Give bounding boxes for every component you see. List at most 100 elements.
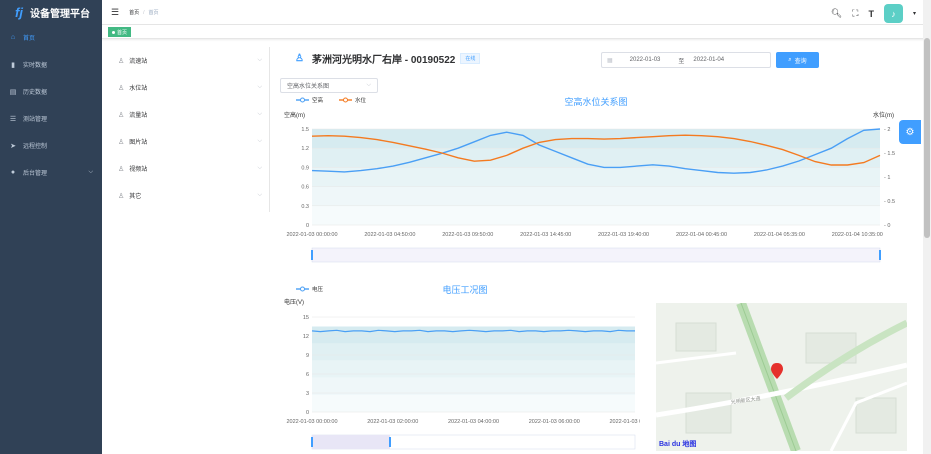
sidebar-item-1[interactable]: ▮ 实时数据 <box>0 51 102 78</box>
breadcrumb-home[interactable]: 首页 <box>129 10 139 16</box>
x-tick-label: 2022-01-03 04:00:00 <box>448 419 499 425</box>
y-tick-label-right: - 1 <box>884 175 890 181</box>
chevron-down-icon: ⌵ <box>257 111 262 117</box>
query-button[interactable]: ⌕ 查询 <box>776 52 819 68</box>
clipboard-icon: ▤ <box>9 88 17 96</box>
gear-icon: ⚙ <box>905 126 915 138</box>
station-title: 茅洲河光明水厂右岸 - 00190522 <box>311 55 456 66</box>
y-tick-label: 12 <box>303 334 309 340</box>
legend-marker <box>300 97 305 103</box>
person-icon: ♙ <box>118 111 125 119</box>
station-type-item[interactable]: ♙ 水位站 ⌵ <box>108 74 270 101</box>
station-type-label: 流速站 <box>129 59 148 65</box>
chevron-down-icon: ⌵ <box>257 165 262 171</box>
sidebar-item-3[interactable]: ☰ 测站管理 <box>0 105 102 132</box>
chevron-down-icon: ⌵ <box>88 169 93 175</box>
end-date-input[interactable]: 2022-01-04 <box>693 57 724 63</box>
station-header: ♙ 茅洲河光明水厂右岸 - 00190522 在线 <box>295 51 481 66</box>
sidebar: fj 设备管理平台 ⌂ 首页 ▮ 实时数据 ▤ 历史数据 ☰ 测站管理 ➤ 远程控制 ● 后台管理 ⌵ <box>0 0 102 454</box>
tag-home[interactable]: 首页 <box>108 27 132 37</box>
y-tick-label: 1.5 <box>301 127 309 133</box>
x-tick-label: 2022-01-03 04:50:00 <box>364 232 415 238</box>
chart-band <box>312 377 635 395</box>
page-scrollbar[interactable] <box>923 0 931 454</box>
chart-band <box>312 394 635 412</box>
station-type-item[interactable]: ♙ 流速站 ⌵ <box>108 47 270 74</box>
water-level-chart[interactable]: 空高水位关系图 空高 水位空高(m) 水位(m) 0 0.3 0.6 0.9 1.2 1.5 - 0… <box>280 92 896 270</box>
user-icon: ● <box>10 169 16 176</box>
hamburger-icon[interactable]: ☰ <box>111 7 119 18</box>
avatar[interactable]: ♪ <box>883 4 903 23</box>
person-icon: ♙ <box>118 192 125 200</box>
tag-dot-icon <box>112 30 115 34</box>
font-size-icon[interactable]: T <box>868 9 874 19</box>
date-range-picker[interactable]: ▦ 2022-01-03 至 2022-01-04 <box>601 52 771 68</box>
x-tick-label: 2022-01-04 00:45:00 <box>676 232 727 238</box>
x-tick-label: 2022-01-03 00:00:00 <box>286 232 337 238</box>
x-tick-label: 2022-01-03 19:40:00 <box>598 232 649 238</box>
station-type-item[interactable]: ♙ 其它 ⌵ <box>108 182 270 209</box>
y-axis-label-right: 水位(m) <box>873 111 894 119</box>
status-badge: 在线 <box>460 53 481 64</box>
sidebar-item-label: 测站管理 <box>23 117 48 123</box>
fullscreen-icon[interactable]: ⛶ <box>852 8 858 19</box>
chevron-down-icon: ⌵ <box>257 192 262 198</box>
station-type-item[interactable]: ♙ 图片站 ⌵ <box>108 128 270 155</box>
sliders-icon: ☰ <box>9 115 17 123</box>
person-icon: ♙ <box>118 57 125 65</box>
station-type-label: 流量站 <box>129 113 148 119</box>
start-date-input[interactable]: 2022-01-03 <box>630 57 661 63</box>
chart-type-select[interactable]: 空高水位关系图 ⌵ <box>280 78 378 93</box>
date-range-separator: 至 <box>678 58 685 65</box>
data-zoom-handle-right <box>879 250 881 260</box>
x-tick-label: 2022-01-04 05:35:00 <box>754 232 805 238</box>
settings-fab[interactable]: ⚙ <box>899 120 921 144</box>
sidebar-item-5[interactable]: ● 后台管理 ⌵ <box>0 159 102 186</box>
data-zoom-window <box>312 435 390 449</box>
scrollbar-thumb[interactable] <box>924 38 930 238</box>
data-zoom-handle-left <box>311 250 313 260</box>
top-navbar: ☰ 首页 / 首页 🔍︎ ⛶ T ♪ ▾ <box>102 0 931 25</box>
y-tick-label: 0.6 <box>301 185 309 191</box>
baidu-map-logo: Bai du 地图 <box>659 441 697 448</box>
bar-chart-icon: ▮ <box>11 61 15 69</box>
legend-label: 空高 <box>312 96 324 104</box>
y-tick-label: 0 <box>306 223 309 229</box>
divider <box>269 47 270 212</box>
person-icon: ♙ <box>118 138 125 146</box>
y-tick-label: 0.9 <box>301 165 309 171</box>
station-type-item[interactable]: ♙ 视频站 ⌵ <box>108 155 270 182</box>
x-tick-label: 2022-01-03 02:00:00 <box>367 419 418 425</box>
voltage-chart[interactable]: 电压工况图 电压电压(V) 0 3 6 9 12 15 2022-01-03 00:00:00 2… <box>280 282 640 452</box>
breadcrumb-separator: / <box>143 9 145 16</box>
chart-band <box>312 343 635 361</box>
y-tick-label-right: - 1.5 <box>884 151 895 157</box>
app-logo[interactable]: fj 设备管理平台 <box>0 0 102 24</box>
legend-label: 水位 <box>355 96 367 104</box>
home-icon: ⌂ <box>10 34 16 41</box>
sidebar-item-label: 后台管理 <box>23 171 48 177</box>
query-button-label: 查询 <box>794 58 807 65</box>
person-icon: ♙ <box>295 53 304 64</box>
data-zoom-slider <box>311 247 881 263</box>
y-axis-label: 电压(V) <box>284 298 304 306</box>
person-icon: ♙ <box>118 165 125 173</box>
x-tick-label: 2022-01-03 08:05:00 <box>609 419 640 425</box>
toolbar-right: 🔍︎ ⛶ T ♪ ▾ <box>831 4 916 23</box>
y-tick-label: 9 <box>306 353 309 359</box>
y-tick-label: 3 <box>306 391 309 397</box>
sidebar-item-label: 远程控制 <box>23 144 48 150</box>
station-type-list: ♙ 流速站 ⌵ ♙ 水位站 ⌵ ♙ 流量站 ⌵ ♙ 图片站 ⌵ ♙ 视频站 ⌵ ♙ 其它 ⌵ <box>108 47 270 209</box>
sidebar-item-4[interactable]: ➤ 远程控制 <box>0 132 102 159</box>
chevron-down-icon: ⌵ <box>257 57 262 63</box>
caret-down-icon[interactable]: ▾ <box>913 10 916 17</box>
station-type-item[interactable]: ♙ 流量站 ⌵ <box>108 101 270 128</box>
sidebar-item-0[interactable]: ⌂ 首页 <box>0 24 102 51</box>
station-type-label: 视频站 <box>129 167 148 173</box>
search-icon[interactable]: 🔍︎ <box>831 8 842 19</box>
y-axis-label: 空高(m) <box>284 111 305 119</box>
station-map[interactable]: 光明新区大道 Bai du 地图 <box>656 303 907 451</box>
sidebar-item-label: 历史数据 <box>23 90 48 96</box>
sidebar-item-2[interactable]: ▤ 历史数据 <box>0 78 102 105</box>
breadcrumb: 首页 / 首页 <box>129 9 158 16</box>
